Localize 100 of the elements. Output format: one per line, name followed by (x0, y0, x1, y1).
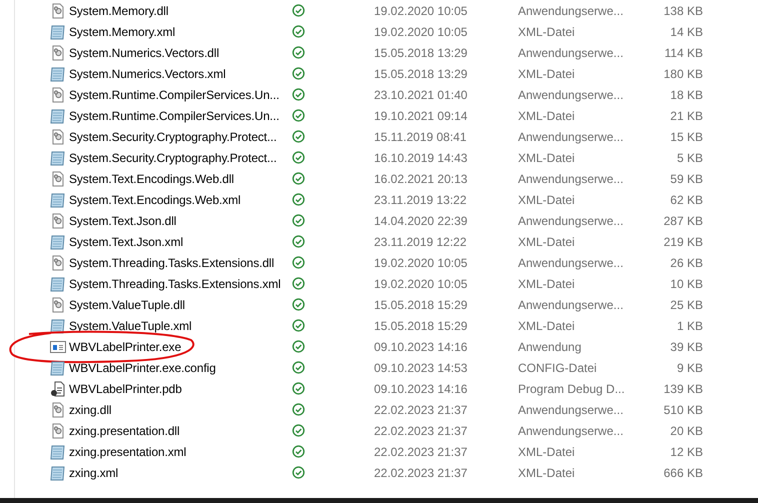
modified-date: 16.02.2021 20:13 (374, 172, 468, 186)
file-type: XML-Datei (518, 150, 576, 164)
file-size: 5 KB (676, 150, 703, 164)
file-type: Anwendungserwe... (518, 88, 624, 102)
modified-date: 22.02.2023 21:37 (374, 424, 468, 438)
file-name[interactable]: System.Memory.dll (69, 4, 290, 18)
dll-file-icon (50, 402, 66, 418)
modified-date: 22.02.2023 21:37 (374, 444, 468, 458)
file-name[interactable]: System.Threading.Tasks.Extensions.xml (69, 276, 290, 290)
modified-date: 19.02.2020 10:05 (374, 24, 468, 38)
file-name[interactable]: zxing.xml (69, 466, 290, 480)
file-name[interactable]: System.Runtime.CompilerServices.Un... (69, 108, 290, 122)
dll-file-icon (50, 44, 66, 60)
file-size: 12 KB (669, 444, 703, 458)
file-name[interactable]: zxing.dll (69, 402, 290, 416)
file-type: Anwendungserwe... (518, 298, 624, 312)
file-name[interactable]: zxing.presentation.dll (69, 424, 290, 438)
file-size: 62 KB (669, 192, 703, 206)
file-type: Program Debug D... (518, 382, 626, 396)
notepad-file-icon (50, 24, 66, 40)
file-name[interactable]: System.Security.Cryptography.Protect... (69, 150, 290, 164)
file-name[interactable]: System.Text.Encodings.Web.dll (69, 172, 290, 186)
file-name[interactable]: System.Text.Json.dll (69, 214, 290, 228)
file-type: Anwendungserwe... (518, 214, 624, 228)
modified-date: 15.05.2018 13:29 (374, 46, 468, 60)
file-name[interactable]: zxing.presentation.xml (69, 444, 290, 458)
file-size: 139 KB (662, 382, 703, 396)
notepad-file-icon (50, 360, 66, 376)
file-size: 287 KB (662, 214, 703, 228)
file-size: 180 KB (662, 66, 703, 80)
modified-date: 23.11.2019 13:22 (374, 192, 468, 206)
modified-date: 19.10.2021 09:14 (374, 108, 468, 122)
file-size: 219 KB (662, 234, 703, 248)
file-size: 9 KB (676, 360, 703, 374)
file-name[interactable]: WBVLabelPrinter.exe (69, 340, 290, 354)
file-size: 25 KB (669, 298, 703, 312)
modified-date: 15.05.2018 15:29 (374, 298, 468, 312)
file-type: XML-Datei (518, 444, 576, 458)
application-window-icon (50, 338, 66, 354)
dll-file-icon (50, 296, 66, 312)
file-type: XML-Datei (518, 234, 576, 248)
modified-date: 16.10.2019 14:43 (374, 150, 468, 164)
file-type: XML-Datei (518, 192, 576, 206)
dll-file-icon (50, 422, 66, 438)
file-size: 59 KB (669, 172, 703, 186)
file-name[interactable]: System.Memory.xml (69, 24, 290, 38)
modified-date: 09.10.2023 14:16 (374, 382, 468, 396)
file-size: 20 KB (669, 424, 703, 438)
file-size: 666 KB (662, 466, 703, 480)
file-name[interactable]: System.Text.Json.xml (69, 234, 290, 248)
file-name[interactable]: WBVLabelPrinter.exe.config (69, 360, 290, 374)
modified-date: 15.05.2018 15:29 (374, 318, 468, 332)
file-type: Anwendungserwe... (518, 4, 624, 18)
modified-date: 15.05.2018 13:29 (374, 66, 468, 80)
file-size: 138 KB (662, 4, 703, 18)
debug-file-icon (50, 380, 66, 396)
modified-date: 15.11.2019 08:41 (374, 130, 468, 144)
notepad-file-icon (50, 234, 66, 250)
file-name[interactable]: System.ValueTuple.dll (69, 298, 290, 312)
file-size: 14 KB (669, 24, 703, 38)
file-type: Anwendungserwe... (518, 46, 624, 60)
file-size: 21 KB (669, 108, 703, 122)
dll-file-icon (50, 170, 66, 186)
file-name[interactable]: System.Security.Cryptography.Protect... (69, 130, 290, 144)
file-name[interactable]: WBVLabelPrinter.pdb (69, 382, 290, 396)
file-name[interactable]: System.Numerics.Vectors.xml (69, 66, 290, 80)
dll-file-icon (50, 2, 66, 18)
file-name[interactable]: System.ValueTuple.xml (69, 318, 290, 332)
modified-date: 19.02.2020 10:05 (374, 4, 468, 18)
dll-file-icon (50, 128, 66, 144)
modified-date: 22.02.2023 21:37 (374, 466, 468, 480)
file-type: Anwendung (518, 340, 582, 354)
file-name[interactable]: System.Runtime.CompilerServices.Un... (69, 88, 290, 102)
file-size: 1 KB (676, 318, 703, 332)
notepad-file-icon (50, 150, 66, 166)
modified-date: 22.02.2023 21:37 (374, 402, 468, 416)
dll-file-icon (50, 212, 66, 228)
file-type: XML-Datei (518, 24, 576, 38)
file-type: XML-Datei (518, 66, 576, 80)
modified-date: 19.02.2020 10:05 (374, 256, 468, 270)
file-type: Anwendungserwe... (518, 172, 624, 186)
notepad-file-icon (50, 464, 66, 480)
dll-file-icon (50, 86, 66, 102)
modified-date: 09.10.2023 14:53 (374, 360, 468, 374)
file-type: Anwendungserwe... (518, 130, 624, 144)
modified-date: 19.02.2020 10:05 (374, 276, 468, 290)
notepad-file-icon (50, 66, 66, 82)
modified-date: 14.04.2020 22:39 (374, 214, 468, 228)
file-size: 18 KB (669, 88, 703, 102)
file-type: XML-Datei (518, 108, 576, 122)
file-type: XML-Datei (518, 318, 576, 332)
file-name[interactable]: System.Threading.Tasks.Extensions.dll (69, 256, 290, 270)
file-size: 15 KB (669, 130, 703, 144)
file-name[interactable]: System.Numerics.Vectors.dll (69, 46, 290, 60)
file-size: 26 KB (669, 256, 703, 270)
notepad-file-icon (50, 276, 66, 292)
file-type: XML-Datei (518, 466, 576, 480)
file-size: 10 KB (669, 276, 703, 290)
file-type: Anwendungserwe... (518, 402, 624, 416)
file-name[interactable]: System.Text.Encodings.Web.xml (69, 192, 290, 206)
